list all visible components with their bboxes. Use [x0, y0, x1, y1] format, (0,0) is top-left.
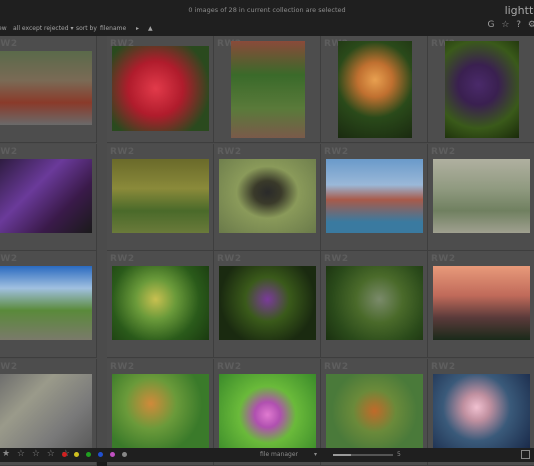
file-extension-label: RW2: [0, 39, 18, 49]
color-label-icon[interactable]: [86, 452, 91, 457]
thumbnail-image[interactable]: [112, 158, 209, 233]
zoom-slider-fill: [333, 454, 351, 456]
thumbnail-cell[interactable]: RW2: [214, 143, 321, 251]
thumbnail-image[interactable]: [433, 373, 530, 448]
thumbnail-cell[interactable]: RW2: [107, 36, 214, 143]
rating-filter-dropdown[interactable]: all except rejected ▾: [13, 25, 73, 32]
thumbnail-image[interactable]: [433, 266, 530, 340]
thumbnail-cell[interactable]: RW2: [428, 143, 534, 251]
filter-bar: ew all except rejected ▾ sort by filenam…: [0, 20, 534, 36]
sort-order-icon[interactable]: ▲: [148, 25, 153, 32]
file-extension-label: RW2: [110, 254, 135, 264]
thumbnail-cell[interactable]: RW2: [107, 251, 214, 358]
thumbnail-image[interactable]: [326, 373, 423, 448]
zoom-slider[interactable]: [333, 454, 393, 456]
file-extension-label: RW2: [431, 146, 456, 157]
thumbnail-image[interactable]: [326, 158, 423, 233]
sort-label: sort by: [76, 25, 97, 32]
thumbnail-cell[interactable]: RW2: [0, 251, 97, 358]
thumbnail-cell[interactable]: RW2: [0, 36, 97, 143]
thumbnail-cell[interactable]: RW2: [428, 251, 534, 358]
file-extension-label: RW2: [217, 146, 242, 157]
thumbnail-image[interactable]: [0, 373, 92, 448]
view-label: ew: [0, 25, 7, 32]
sort-dropdown-arrow-icon[interactable]: ▸: [136, 25, 139, 32]
view-mode-label: file manager: [260, 451, 299, 458]
thumbnail-image[interactable]: [338, 41, 412, 138]
color-label-icon[interactable]: [74, 452, 79, 457]
thumbnail-image[interactable]: [112, 266, 209, 340]
thumbnail-cell[interactable]: RW2: [107, 143, 214, 251]
thumbnail-image[interactable]: [0, 158, 92, 233]
file-extension-label: RW2: [217, 254, 242, 264]
thumbnail-image[interactable]: [219, 266, 316, 340]
color-label-icon[interactable]: [122, 452, 127, 457]
thumbnail-image[interactable]: [0, 51, 92, 125]
thumbnail-image[interactable]: [433, 158, 530, 233]
top-bar: 0 images of 28 in current collection are…: [0, 0, 534, 22]
thumbnail-image[interactable]: [219, 373, 316, 448]
file-extension-label: RW2: [431, 254, 456, 264]
color-label-icon[interactable]: [62, 452, 67, 457]
star-overlay-icon[interactable]: ☆: [501, 20, 509, 30]
file-extension-label: RW2: [0, 254, 18, 264]
fullscreen-icon[interactable]: [521, 450, 530, 459]
grouping-icon[interactable]: G: [487, 20, 494, 30]
zoom-value[interactable]: 5: [397, 451, 401, 458]
thumbnail-image[interactable]: [326, 266, 423, 340]
thumbnail-cell[interactable]: RW2: [428, 36, 534, 143]
file-extension-label: RW2: [324, 254, 349, 264]
thumbnail-cell[interactable]: RW2: [0, 143, 97, 251]
app-title: lightta: [504, 4, 534, 17]
file-extension-label: RW2: [324, 361, 349, 372]
color-label-icon[interactable]: [110, 452, 115, 457]
rating-filter-value: all except rejected: [13, 25, 69, 32]
bottom-bar: ★ ☆ ☆ ☆ ☆ file manager ▾ 5: [0, 448, 534, 462]
thumbnail-image[interactable]: [0, 266, 92, 340]
gear-icon[interactable]: ⚙: [528, 20, 534, 30]
thumbnail-cell[interactable]: RW2: [321, 251, 428, 358]
file-extension-label: RW2: [110, 361, 135, 372]
thumbnail-cell[interactable]: RW2: [214, 251, 321, 358]
thumbnail-cell[interactable]: RW2: [214, 36, 321, 143]
file-extension-label: RW2: [110, 146, 135, 157]
file-extension-label: RW2: [217, 361, 242, 372]
selection-status: 0 images of 28 in current collection are…: [188, 6, 346, 14]
chevron-down-icon: ▾: [70, 25, 74, 32]
file-extension-label: RW2: [0, 146, 18, 157]
thumbnail-cell[interactable]: RW2: [321, 36, 428, 143]
file-extension-label: RW2: [324, 146, 349, 157]
chevron-down-icon: ▾: [313, 451, 317, 458]
thumbnail-image[interactable]: [112, 46, 209, 131]
thumbnail-image[interactable]: [231, 41, 305, 138]
view-mode-selector[interactable]: file manager ▾: [260, 451, 317, 458]
toolbar-icons: G ☆ ? ⚙: [483, 20, 534, 30]
thumbnail-grid: RW2RW2RW2RW2RW2RW2RW2RW2RW2RW2RW2RW2RW2R…: [0, 36, 534, 466]
thumbnail-image[interactable]: [219, 158, 316, 233]
thumbnail-cell[interactable]: RW2: [321, 143, 428, 251]
color-label-icon[interactable]: [98, 452, 103, 457]
help-icon[interactable]: ?: [516, 20, 521, 30]
sort-value: filename: [100, 25, 127, 32]
file-extension-label: RW2: [0, 361, 18, 372]
file-extension-label: RW2: [431, 361, 456, 372]
sort-by-dropdown[interactable]: filename: [100, 25, 126, 32]
thumbnail-image[interactable]: [112, 373, 209, 448]
thumbnail-image[interactable]: [445, 41, 519, 138]
